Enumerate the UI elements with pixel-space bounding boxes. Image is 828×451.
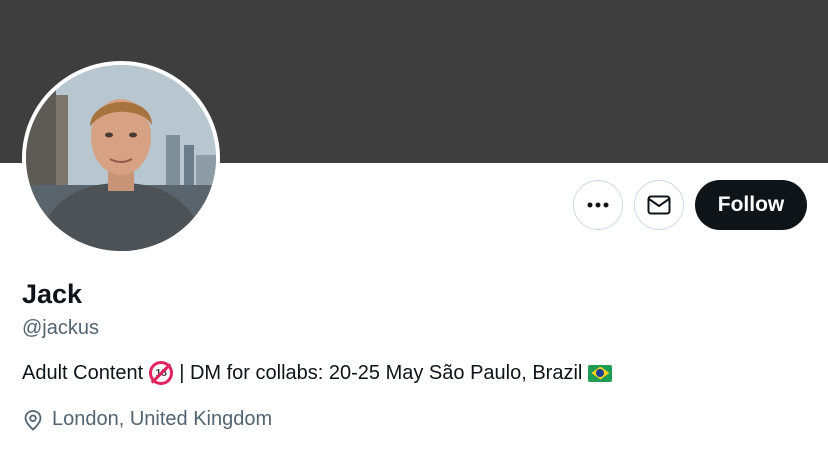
adult-content-icon: 18 xyxy=(149,361,174,385)
profile-name: Jack xyxy=(22,279,83,309)
avatar-image xyxy=(26,65,216,251)
more-horizontal-icon xyxy=(587,202,609,208)
brazil-flag-icon xyxy=(588,364,613,382)
location-pin-icon xyxy=(22,409,44,431)
message-button[interactable] xyxy=(634,180,684,230)
bio-text-part-2: | DM for collabs: 20-25 May São Paulo, B… xyxy=(179,361,583,384)
envelope-icon xyxy=(647,195,671,215)
avatar[interactable] xyxy=(22,61,220,255)
bio-text-part-1: Adult Content xyxy=(22,361,144,384)
profile-location: London, United Kingdom xyxy=(22,408,272,431)
more-options-button[interactable] xyxy=(573,180,623,230)
profile-bio: Adult Content 18 | DM for collabs: 20-25… xyxy=(22,361,613,385)
follow-button[interactable]: Follow xyxy=(695,180,807,230)
profile-handle: @jackus xyxy=(22,317,99,339)
location-text: London, United Kingdom xyxy=(52,408,273,430)
